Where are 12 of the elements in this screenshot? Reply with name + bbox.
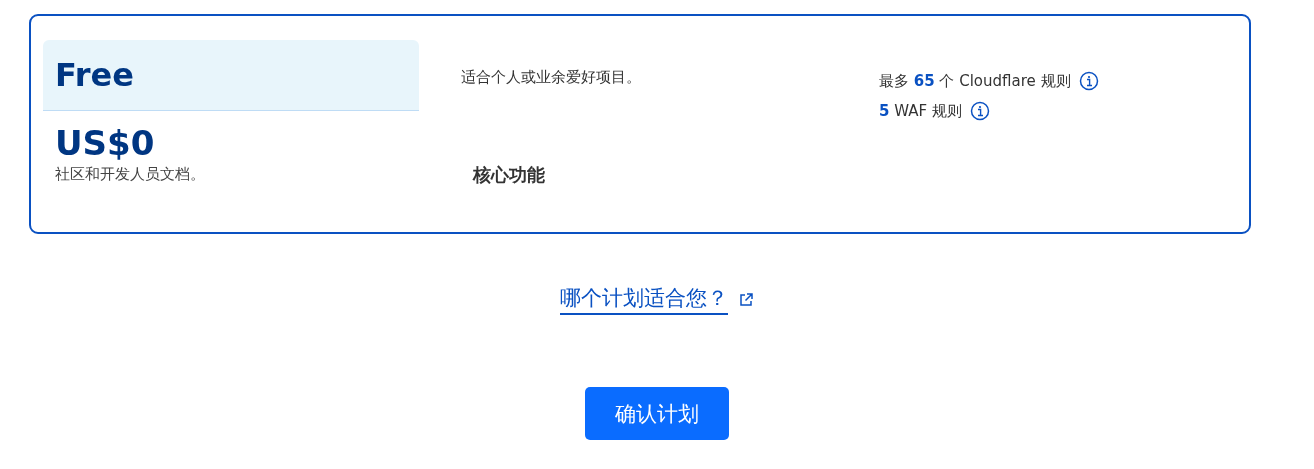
features-heading: 核心功能: [473, 163, 546, 187]
support-text: 社区和开发人员文档。: [54, 164, 206, 184]
help-link[interactable]: 哪个计划适合您？: [560, 284, 728, 315]
external-link-icon: [738, 291, 754, 308]
confirm-button[interactable]: 确认计划: [585, 387, 729, 440]
info-icon[interactable]: [969, 101, 990, 121]
plan-name: Free: [55, 56, 134, 94]
plan-description: 适合个人或业余爱好项目。: [461, 68, 642, 87]
limit-text: 5 WAF 规则: [879, 101, 962, 121]
limit-text: 最多 65 个 Cloudflare 规则: [879, 71, 1071, 91]
info-icon[interactable]: [1078, 71, 1099, 91]
plan-price: US$0: [54, 122, 156, 163]
